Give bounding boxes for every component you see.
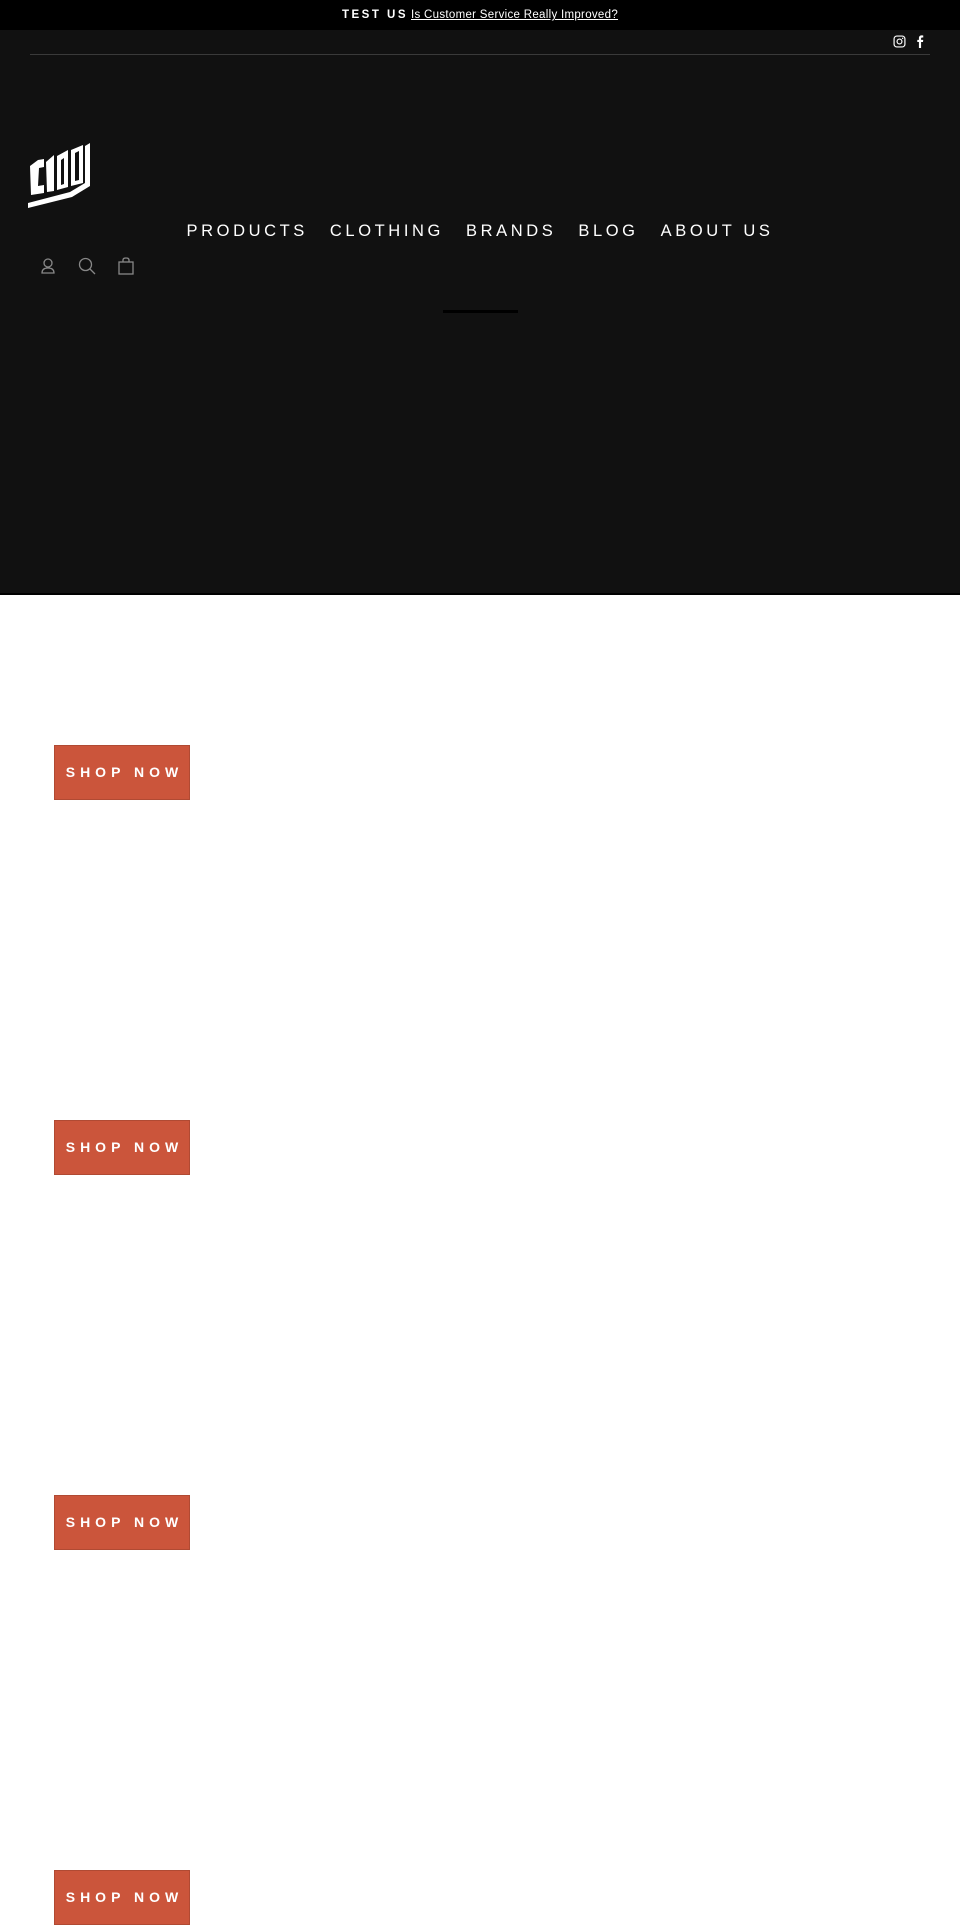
nav-item-brands[interactable]: BRANDS xyxy=(466,222,556,241)
announcement-bar: TEST US Is Customer Service Really Impro… xyxy=(0,0,960,30)
instagram-icon xyxy=(893,35,906,48)
shop-now-button[interactable]: SHOP NOW xyxy=(54,1495,190,1550)
shop-now-button[interactable]: SHOP NOW xyxy=(54,745,190,800)
facebook-link[interactable] xyxy=(916,35,924,48)
nav-item-about-us[interactable]: ABOUT US xyxy=(661,222,774,241)
announcement-tag: TEST US xyxy=(341,9,409,21)
announcement-link[interactable]: Is Customer Service Really Improved? xyxy=(411,9,618,21)
account-icon xyxy=(41,258,55,274)
nav-item-clothing[interactable]: CLOTHING xyxy=(330,222,444,241)
logo-link[interactable]: C100 xyxy=(28,142,108,212)
header-icons xyxy=(38,256,136,276)
shop-now-button[interactable]: SHOP NOW xyxy=(54,1120,190,1175)
header-divider xyxy=(30,54,930,55)
shop-now-button[interactable]: SHOP NOW xyxy=(54,1870,190,1925)
account-button[interactable] xyxy=(38,256,58,276)
instagram-link[interactable] xyxy=(893,35,906,48)
header-bottom-border xyxy=(0,593,960,595)
site-header: C100 PRODUCTS CLOTHING BRANDS BLOG ABOUT… xyxy=(0,30,960,593)
social-links xyxy=(893,35,924,48)
search-button[interactable] xyxy=(77,256,97,276)
nav-item-products[interactable]: PRODUCTS xyxy=(187,222,308,241)
cart-button[interactable] xyxy=(116,256,136,276)
cart-icon xyxy=(118,257,134,275)
slider-indicator[interactable] xyxy=(443,310,518,313)
facebook-icon xyxy=(917,35,924,48)
logo-icon: C100 xyxy=(28,143,90,208)
search-icon xyxy=(78,257,96,275)
main-nav: PRODUCTS CLOTHING BRANDS BLOG ABOUT US xyxy=(0,222,960,241)
nav-item-blog[interactable]: BLOG xyxy=(578,222,638,241)
